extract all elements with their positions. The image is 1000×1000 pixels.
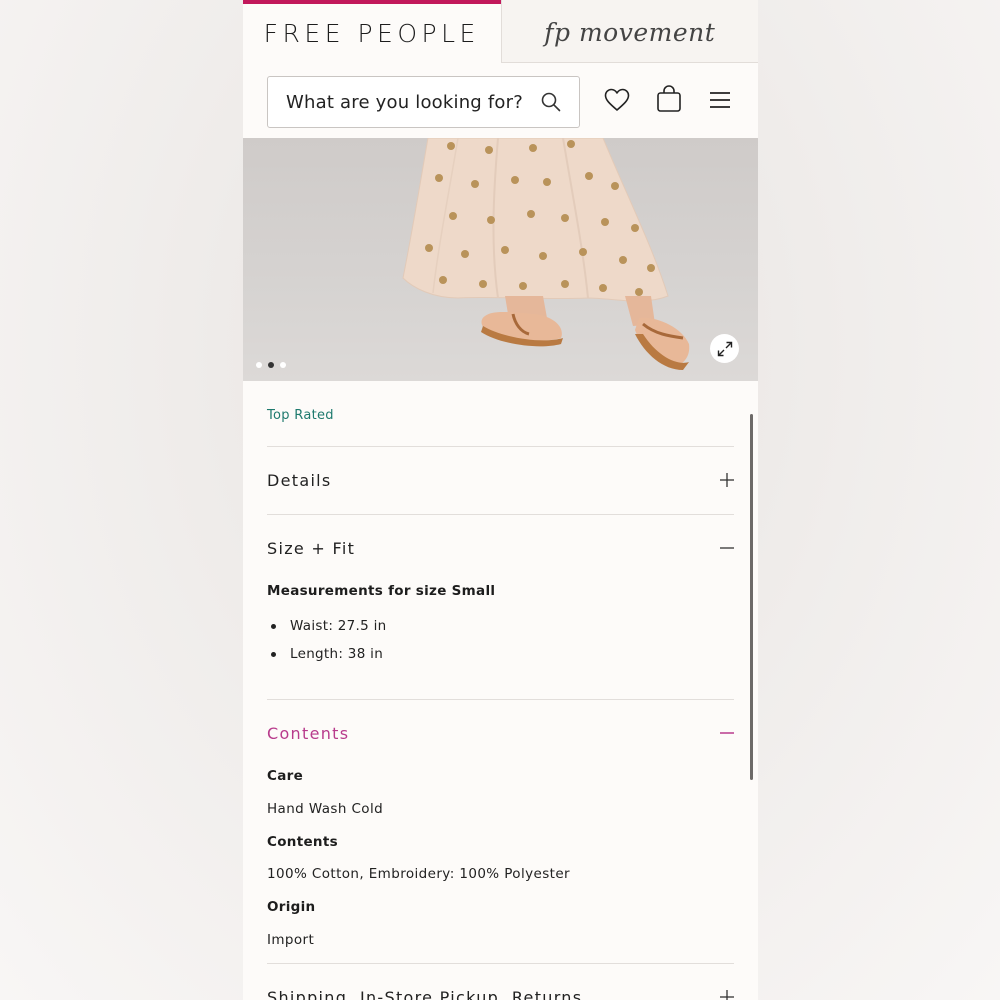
contents-value: 100% Cotton, Embroidery: 100% Polyester bbox=[267, 866, 570, 882]
tab-fp-movement[interactable]: fp movement bbox=[500, 0, 758, 63]
divider bbox=[267, 699, 734, 700]
care-value: Hand Wash Cold bbox=[267, 801, 384, 817]
carousel-dot[interactable] bbox=[280, 362, 286, 368]
minus-icon[interactable] bbox=[720, 726, 734, 740]
origin-label: Origin bbox=[267, 899, 316, 915]
top-rated-badge: Top Rated bbox=[267, 408, 334, 423]
size-fit-title[interactable]: Size + Fit bbox=[267, 539, 355, 558]
origin-value: Import bbox=[267, 932, 315, 948]
minus-icon[interactable] bbox=[720, 541, 734, 555]
contents-label: Contents bbox=[267, 834, 338, 850]
contents-title[interactable]: Contents bbox=[267, 724, 349, 743]
search-icon[interactable] bbox=[531, 82, 571, 122]
scrollbar[interactable] bbox=[750, 414, 753, 780]
phone-screen: FREE PEOPLE fp movement What are you loo… bbox=[243, 0, 758, 1000]
shopping-bag-icon[interactable] bbox=[654, 84, 684, 114]
free-people-logo: FREE PEOPLE bbox=[263, 19, 480, 48]
plus-icon[interactable] bbox=[720, 473, 734, 487]
product-image[interactable] bbox=[243, 138, 758, 381]
tab-free-people[interactable]: FREE PEOPLE bbox=[243, 0, 501, 63]
length-measurement: Length: 38 in bbox=[290, 646, 384, 662]
search-placeholder: What are you looking for? bbox=[286, 91, 523, 113]
search-input[interactable]: What are you looking for? bbox=[267, 76, 580, 128]
carousel-dot[interactable] bbox=[256, 362, 262, 368]
header: What are you looking for? bbox=[243, 63, 758, 138]
brand-tabs: FREE PEOPLE fp movement bbox=[243, 0, 758, 63]
plus-icon[interactable] bbox=[720, 990, 734, 1000]
care-label: Care bbox=[267, 768, 304, 784]
fp-movement-logo: fp movement bbox=[544, 17, 716, 47]
carousel-dot-active[interactable] bbox=[268, 362, 274, 368]
list-item: Length: 38 in bbox=[271, 646, 383, 662]
bullet-icon bbox=[271, 623, 276, 629]
details-title[interactable]: Details bbox=[267, 471, 332, 490]
measurements-heading: Measurements for size Small bbox=[267, 583, 496, 599]
bullet-icon bbox=[271, 651, 276, 657]
list-item: Waist: 27.5 in bbox=[271, 618, 387, 634]
carousel-dots[interactable] bbox=[256, 362, 286, 368]
divider bbox=[267, 446, 734, 447]
divider bbox=[267, 514, 734, 515]
skirt-illustration bbox=[402, 138, 690, 370]
divider bbox=[267, 963, 734, 964]
hamburger-menu-icon[interactable] bbox=[705, 85, 735, 115]
expand-icon[interactable] bbox=[710, 334, 739, 363]
waist-measurement: Waist: 27.5 in bbox=[290, 618, 387, 634]
shipping-title[interactable]: Shipping, In-Store Pickup, Returns bbox=[267, 988, 582, 1000]
heart-icon[interactable] bbox=[602, 85, 632, 115]
